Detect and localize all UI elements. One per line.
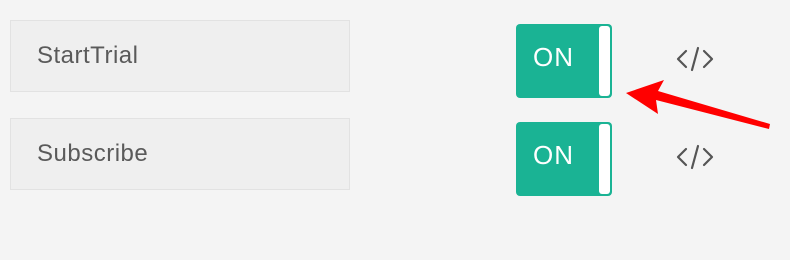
code-icon[interactable] xyxy=(676,44,714,74)
toggle-knob xyxy=(599,124,610,194)
toggle-label: ON xyxy=(533,42,574,72)
event-name-field: Subscribe xyxy=(10,118,350,190)
event-name-field: StartTrial xyxy=(10,20,350,92)
toggle-knob xyxy=(599,26,610,96)
event-toggle[interactable]: ON xyxy=(516,122,612,196)
event-toggle[interactable]: ON xyxy=(516,24,612,98)
toggle-label: ON xyxy=(533,140,574,170)
annotation-arrow-icon xyxy=(626,80,770,129)
code-icon[interactable] xyxy=(676,142,714,172)
